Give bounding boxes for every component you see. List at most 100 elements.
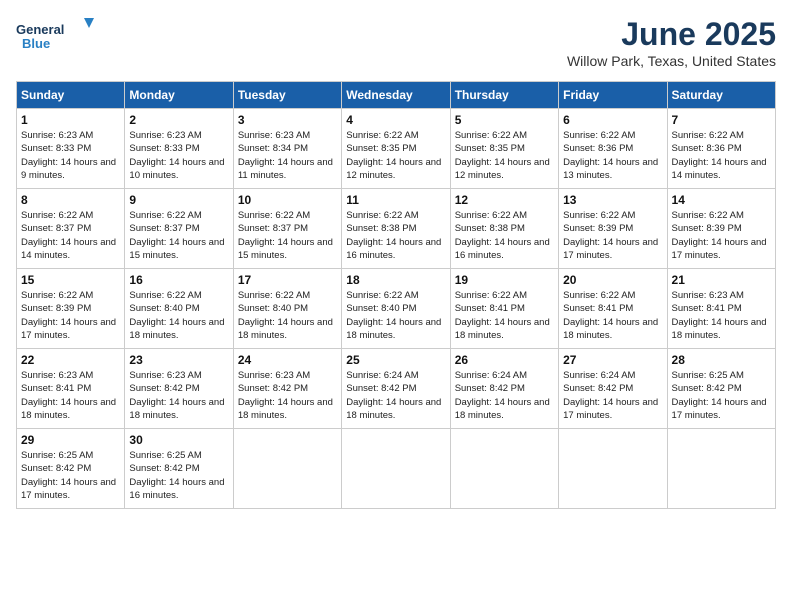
calendar-cell: 28 Sunrise: 6:25 AMSunset: 8:42 PMDaylig…	[667, 349, 775, 429]
calendar-cell: 27 Sunrise: 6:24 AMSunset: 8:42 PMDaylig…	[559, 349, 667, 429]
calendar-cell: 22 Sunrise: 6:23 AMSunset: 8:41 PMDaylig…	[17, 349, 125, 429]
calendar-cell: 24 Sunrise: 6:23 AMSunset: 8:42 PMDaylig…	[233, 349, 341, 429]
calendar-cell	[233, 429, 341, 509]
day-number: 19	[455, 273, 554, 287]
calendar-cell	[667, 429, 775, 509]
calendar-cell: 21 Sunrise: 6:23 AMSunset: 8:41 PMDaylig…	[667, 269, 775, 349]
week-row-3: 15 Sunrise: 6:22 AMSunset: 8:39 PMDaylig…	[17, 269, 776, 349]
day-detail: Sunrise: 6:23 AMSunset: 8:42 PMDaylight:…	[238, 370, 333, 421]
day-number: 22	[21, 353, 120, 367]
calendar-cell: 8 Sunrise: 6:22 AMSunset: 8:37 PMDayligh…	[17, 189, 125, 269]
week-row-2: 8 Sunrise: 6:22 AMSunset: 8:37 PMDayligh…	[17, 189, 776, 269]
col-sunday: Sunday	[17, 82, 125, 109]
calendar-cell: 14 Sunrise: 6:22 AMSunset: 8:39 PMDaylig…	[667, 189, 775, 269]
day-number: 16	[129, 273, 228, 287]
day-detail: Sunrise: 6:23 AMSunset: 8:33 PMDaylight:…	[129, 130, 224, 181]
week-row-1: 1 Sunrise: 6:23 AMSunset: 8:33 PMDayligh…	[17, 109, 776, 189]
day-number: 8	[21, 193, 120, 207]
day-detail: Sunrise: 6:23 AMSunset: 8:41 PMDaylight:…	[21, 370, 116, 421]
day-detail: Sunrise: 6:23 AMSunset: 8:41 PMDaylight:…	[672, 290, 767, 341]
calendar-cell: 19 Sunrise: 6:22 AMSunset: 8:41 PMDaylig…	[450, 269, 558, 349]
day-number: 9	[129, 193, 228, 207]
col-monday: Monday	[125, 82, 233, 109]
day-number: 25	[346, 353, 445, 367]
day-detail: Sunrise: 6:22 AMSunset: 8:37 PMDaylight:…	[129, 210, 224, 261]
day-number: 6	[563, 113, 662, 127]
location: Willow Park, Texas, United States	[567, 53, 776, 69]
day-detail: Sunrise: 6:24 AMSunset: 8:42 PMDaylight:…	[455, 370, 550, 421]
day-number: 29	[21, 433, 120, 447]
day-detail: Sunrise: 6:23 AMSunset: 8:42 PMDaylight:…	[129, 370, 224, 421]
calendar-cell	[342, 429, 450, 509]
day-number: 11	[346, 193, 445, 207]
day-detail: Sunrise: 6:22 AMSunset: 8:39 PMDaylight:…	[563, 210, 658, 261]
calendar-cell: 29 Sunrise: 6:25 AMSunset: 8:42 PMDaylig…	[17, 429, 125, 509]
calendar-cell: 17 Sunrise: 6:22 AMSunset: 8:40 PMDaylig…	[233, 269, 341, 349]
day-number: 24	[238, 353, 337, 367]
calendar-cell: 1 Sunrise: 6:23 AMSunset: 8:33 PMDayligh…	[17, 109, 125, 189]
day-detail: Sunrise: 6:22 AMSunset: 8:38 PMDaylight:…	[346, 210, 441, 261]
day-detail: Sunrise: 6:22 AMSunset: 8:39 PMDaylight:…	[21, 290, 116, 341]
logo: General Blue	[16, 16, 96, 56]
svg-text:General: General	[16, 22, 64, 37]
calendar-cell: 10 Sunrise: 6:22 AMSunset: 8:37 PMDaylig…	[233, 189, 341, 269]
col-wednesday: Wednesday	[342, 82, 450, 109]
day-detail: Sunrise: 6:22 AMSunset: 8:35 PMDaylight:…	[455, 130, 550, 181]
col-saturday: Saturday	[667, 82, 775, 109]
day-detail: Sunrise: 6:22 AMSunset: 8:36 PMDaylight:…	[672, 130, 767, 181]
day-detail: Sunrise: 6:22 AMSunset: 8:38 PMDaylight:…	[455, 210, 550, 261]
calendar-cell	[559, 429, 667, 509]
day-detail: Sunrise: 6:22 AMSunset: 8:37 PMDaylight:…	[238, 210, 333, 261]
day-detail: Sunrise: 6:22 AMSunset: 8:39 PMDaylight:…	[672, 210, 767, 261]
day-number: 5	[455, 113, 554, 127]
day-number: 30	[129, 433, 228, 447]
calendar-cell: 30 Sunrise: 6:25 AMSunset: 8:42 PMDaylig…	[125, 429, 233, 509]
calendar-cell: 15 Sunrise: 6:22 AMSunset: 8:39 PMDaylig…	[17, 269, 125, 349]
week-row-4: 22 Sunrise: 6:23 AMSunset: 8:41 PMDaylig…	[17, 349, 776, 429]
title-block: June 2025 Willow Park, Texas, United Sta…	[567, 16, 776, 69]
day-detail: Sunrise: 6:22 AMSunset: 8:40 PMDaylight:…	[346, 290, 441, 341]
day-detail: Sunrise: 6:22 AMSunset: 8:35 PMDaylight:…	[346, 130, 441, 181]
month-title: June 2025	[567, 16, 776, 53]
day-detail: Sunrise: 6:25 AMSunset: 8:42 PMDaylight:…	[129, 450, 224, 501]
day-detail: Sunrise: 6:22 AMSunset: 8:40 PMDaylight:…	[238, 290, 333, 341]
day-number: 26	[455, 353, 554, 367]
calendar-cell: 9 Sunrise: 6:22 AMSunset: 8:37 PMDayligh…	[125, 189, 233, 269]
day-detail: Sunrise: 6:22 AMSunset: 8:37 PMDaylight:…	[21, 210, 116, 261]
calendar-cell: 4 Sunrise: 6:22 AMSunset: 8:35 PMDayligh…	[342, 109, 450, 189]
day-number: 15	[21, 273, 120, 287]
day-number: 21	[672, 273, 771, 287]
calendar-cell: 7 Sunrise: 6:22 AMSunset: 8:36 PMDayligh…	[667, 109, 775, 189]
calendar-cell: 18 Sunrise: 6:22 AMSunset: 8:40 PMDaylig…	[342, 269, 450, 349]
day-number: 23	[129, 353, 228, 367]
day-number: 12	[455, 193, 554, 207]
day-number: 17	[238, 273, 337, 287]
day-number: 7	[672, 113, 771, 127]
col-friday: Friday	[559, 82, 667, 109]
calendar-cell: 25 Sunrise: 6:24 AMSunset: 8:42 PMDaylig…	[342, 349, 450, 429]
day-number: 27	[563, 353, 662, 367]
day-number: 2	[129, 113, 228, 127]
calendar: Sunday Monday Tuesday Wednesday Thursday…	[16, 81, 776, 509]
day-detail: Sunrise: 6:22 AMSunset: 8:40 PMDaylight:…	[129, 290, 224, 341]
day-detail: Sunrise: 6:23 AMSunset: 8:33 PMDaylight:…	[21, 130, 116, 181]
week-row-5: 29 Sunrise: 6:25 AMSunset: 8:42 PMDaylig…	[17, 429, 776, 509]
col-thursday: Thursday	[450, 82, 558, 109]
calendar-cell: 13 Sunrise: 6:22 AMSunset: 8:39 PMDaylig…	[559, 189, 667, 269]
calendar-cell: 5 Sunrise: 6:22 AMSunset: 8:35 PMDayligh…	[450, 109, 558, 189]
day-number: 4	[346, 113, 445, 127]
day-detail: Sunrise: 6:22 AMSunset: 8:41 PMDaylight:…	[563, 290, 658, 341]
day-number: 14	[672, 193, 771, 207]
day-detail: Sunrise: 6:25 AMSunset: 8:42 PMDaylight:…	[21, 450, 116, 501]
day-detail: Sunrise: 6:22 AMSunset: 8:36 PMDaylight:…	[563, 130, 658, 181]
day-number: 1	[21, 113, 120, 127]
calendar-cell: 26 Sunrise: 6:24 AMSunset: 8:42 PMDaylig…	[450, 349, 558, 429]
calendar-cell	[450, 429, 558, 509]
day-detail: Sunrise: 6:23 AMSunset: 8:34 PMDaylight:…	[238, 130, 333, 181]
day-number: 28	[672, 353, 771, 367]
calendar-cell: 11 Sunrise: 6:22 AMSunset: 8:38 PMDaylig…	[342, 189, 450, 269]
calendar-header-row: Sunday Monday Tuesday Wednesday Thursday…	[17, 82, 776, 109]
day-number: 3	[238, 113, 337, 127]
day-detail: Sunrise: 6:22 AMSunset: 8:41 PMDaylight:…	[455, 290, 550, 341]
calendar-cell: 3 Sunrise: 6:23 AMSunset: 8:34 PMDayligh…	[233, 109, 341, 189]
